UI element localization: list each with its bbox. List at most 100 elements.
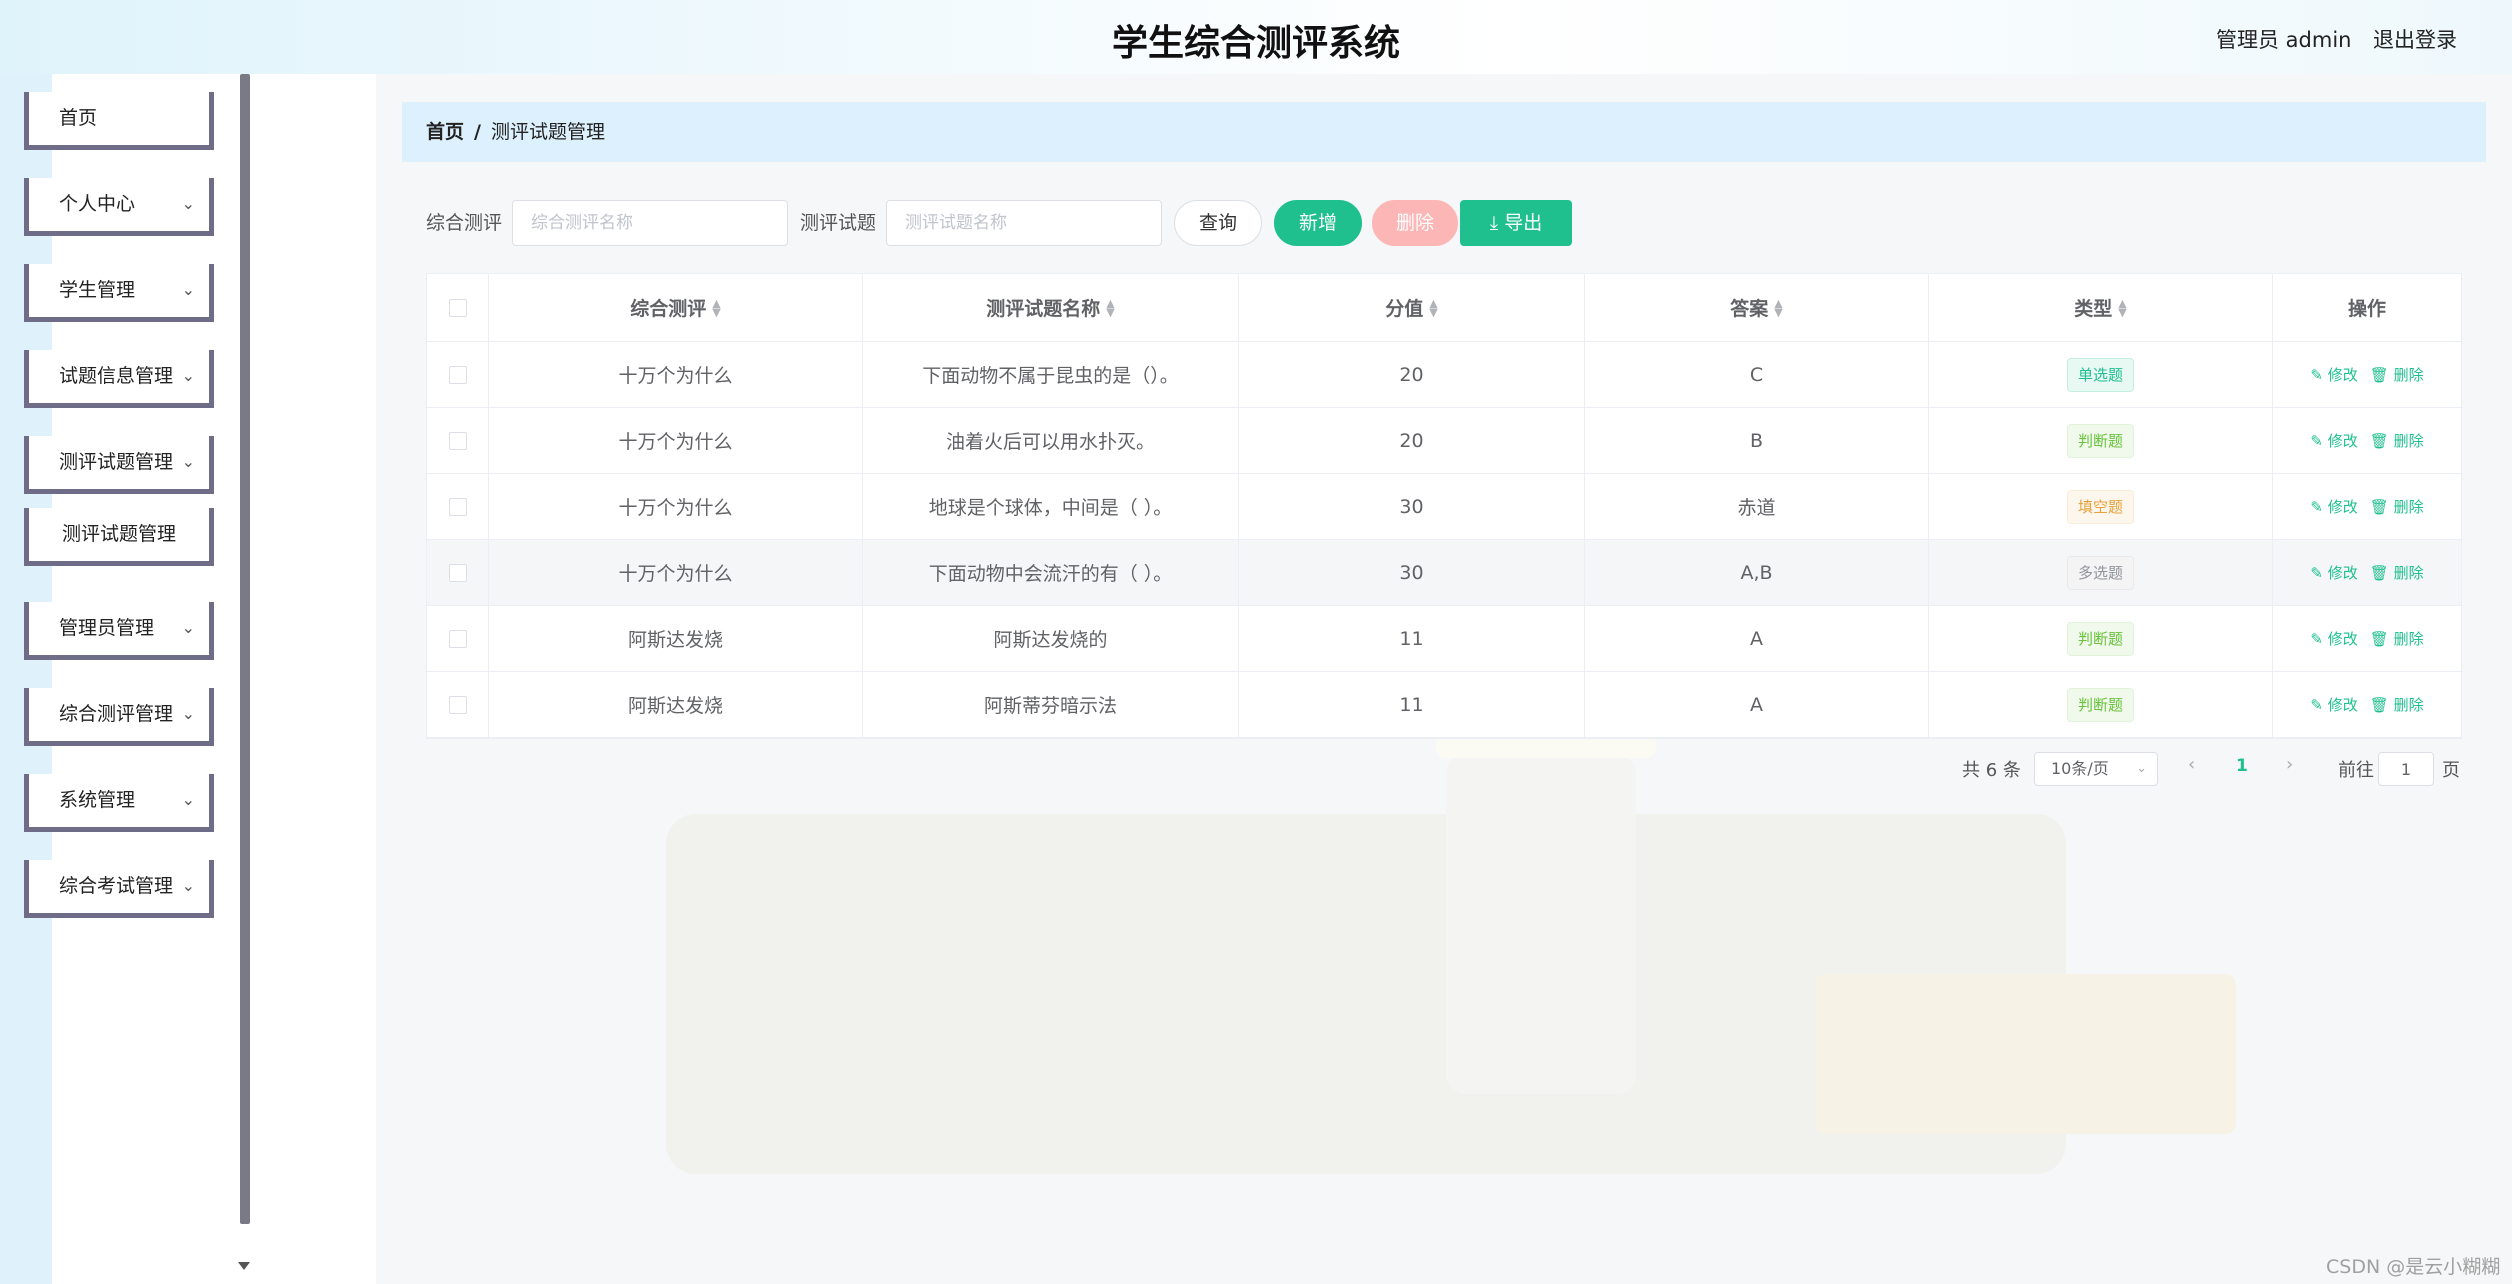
sidebar-item-comprehensive-eval[interactable]: 综合测评管理 ⌄ <box>24 688 214 746</box>
sidebar-subitem-eval-questions[interactable]: 测评试题管理 <box>24 508 214 566</box>
sidebar-item-question-info[interactable]: 试题信息管理 ⌄ <box>24 350 214 408</box>
goto-page-input[interactable] <box>2378 752 2434 786</box>
row-checkbox[interactable] <box>448 365 467 384</box>
breadcrumb: 首页 / 测评试题管理 <box>402 102 2486 162</box>
row-select-cell <box>427 342 489 407</box>
delete-label: 删除 <box>2393 366 2424 384</box>
column-header-label: 答案 <box>1730 298 1769 320</box>
edit-button[interactable]: ✎ 修改 <box>2310 562 2357 583</box>
table-row: 十万个为什么 油着火后可以用水扑灭。 20 B 判断题 ✎ 修改 🗑 删除 <box>427 408 2461 474</box>
select-all-checkbox[interactable] <box>448 298 467 317</box>
cell-answer: B <box>1585 408 1929 473</box>
sidebar-item-profile[interactable]: 个人中心 ⌄ <box>24 178 214 236</box>
sidebar-item-eval-questions[interactable]: 测评试题管理 ⌄ <box>24 436 214 494</box>
batch-delete-button[interactable]: 删除 <box>1372 200 1458 246</box>
delete-button[interactable]: 🗑 删除 <box>2370 364 2424 385</box>
page-number-current[interactable]: 1 <box>2236 756 2248 776</box>
cell-type: 判断题 <box>1929 606 2273 671</box>
chevron-down-icon: ⌄ <box>181 194 195 213</box>
eval-filter-label: 综合测评 <box>426 212 503 234</box>
column-header-eval[interactable]: 综合测评 ▲ ▼ <box>489 274 863 341</box>
sort-icon[interactable]: ▲ ▼ <box>1774 298 1782 318</box>
row-checkbox[interactable] <box>448 431 467 450</box>
sidebar-item-label: 综合测评管理 <box>59 703 174 725</box>
sidebar-item-exams[interactable]: 综合考试管理 ⌄ <box>24 860 214 918</box>
eval-name-input[interactable] <box>512 200 788 246</box>
sidebar-item-home[interactable]: 首页 <box>24 92 214 150</box>
chevron-down-icon: ⌄ <box>181 618 195 637</box>
cell-question-name: 下面动物不属于昆虫的是（）。 <box>863 342 1239 407</box>
add-button[interactable]: 新增 <box>1274 200 1362 246</box>
chevron-down-icon: ⌄ <box>181 280 195 299</box>
sort-icon[interactable]: ▲ ▼ <box>1429 298 1437 318</box>
edit-button[interactable]: ✎ 修改 <box>2310 694 2357 715</box>
row-select-cell <box>427 474 489 539</box>
cell-eval: 十万个为什么 <box>489 474 863 539</box>
goto-label: 前往 <box>2338 760 2374 781</box>
cell-actions: ✎ 修改 🗑 删除 <box>2273 606 2461 671</box>
row-checkbox[interactable] <box>448 695 467 714</box>
column-header-question-name[interactable]: 测评试题名称 ▲ ▼ <box>863 274 1239 341</box>
cell-eval: 十万个为什么 <box>489 540 863 605</box>
edit-button[interactable]: ✎ 修改 <box>2310 364 2357 385</box>
type-tag: 多选题 <box>2066 555 2134 590</box>
logout-link[interactable]: 退出登录 <box>2373 24 2457 54</box>
delete-button[interactable]: 🗑 删除 <box>2370 430 2424 451</box>
column-header-label: 分值 <box>1385 298 1424 320</box>
row-checkbox[interactable] <box>448 497 467 516</box>
sidebar <box>52 74 240 1284</box>
query-button[interactable]: 查询 <box>1174 200 1262 246</box>
column-header-label: 测评试题名称 <box>986 298 1101 320</box>
cell-score: 11 <box>1239 672 1585 737</box>
system-title: 学生综合测评系统 <box>1111 23 1400 64</box>
breadcrumb-home[interactable]: 首页 <box>426 121 464 143</box>
delete-button[interactable]: 🗑 删除 <box>2370 694 2424 715</box>
sidebar-item-students[interactable]: 学生管理 ⌄ <box>24 264 214 322</box>
sort-icon[interactable]: ▲ ▼ <box>1106 298 1114 318</box>
row-select-cell <box>427 606 489 671</box>
question-name-input[interactable] <box>886 200 1162 246</box>
column-header-type[interactable]: 类型 ▲ ▼ <box>1929 274 2273 341</box>
column-header-score[interactable]: 分值 ▲ ▼ <box>1239 274 1585 341</box>
edit-label: 修改 <box>2327 696 2358 714</box>
sort-icon[interactable]: ▲ ▼ <box>712 298 720 318</box>
sidebar-item-admins[interactable]: 管理员管理 ⌄ <box>24 602 214 660</box>
column-header-label: 操作 <box>2347 298 2386 320</box>
page-size-select[interactable]: 10条/页 ⌄ <box>2034 752 2158 786</box>
edit-button[interactable]: ✎ 修改 <box>2310 430 2357 451</box>
row-checkbox[interactable] <box>448 629 467 648</box>
edit-label: 修改 <box>2327 432 2358 450</box>
delete-label: 删除 <box>2393 432 2424 450</box>
export-button[interactable]: ⤓ 导出 <box>1460 200 1572 246</box>
column-header-answer[interactable]: 答案 ▲ ▼ <box>1585 274 1929 341</box>
scroll-down-arrow-icon[interactable] <box>238 1262 250 1270</box>
row-select-cell <box>427 540 489 605</box>
cell-answer: C <box>1585 342 1929 407</box>
cell-score: 30 <box>1239 540 1585 605</box>
prev-page-icon[interactable]: ‹ <box>2188 754 2195 775</box>
delete-button[interactable]: 🗑 删除 <box>2370 562 2424 583</box>
row-select-cell <box>427 408 489 473</box>
chevron-down-icon: ⌄ <box>181 876 195 895</box>
delete-button[interactable]: 🗑 删除 <box>2370 496 2424 517</box>
edit-label: 修改 <box>2327 366 2358 384</box>
sidebar-item-label: 个人中心 <box>59 193 136 215</box>
cell-type: 多选题 <box>1929 540 2273 605</box>
sidebar-item-label: 学生管理 <box>59 279 136 301</box>
column-header-actions: 操作 <box>2273 274 2461 341</box>
cell-score: 30 <box>1239 474 1585 539</box>
delete-button[interactable]: 🗑 删除 <box>2370 628 2424 649</box>
sidebar-item-system[interactable]: 系统管理 ⌄ <box>24 774 214 832</box>
sidebar-scrollbar[interactable] <box>240 74 250 1224</box>
type-tag: 判断题 <box>2066 423 2134 458</box>
export-button-label: 导出 <box>1504 212 1543 234</box>
cell-score: 20 <box>1239 408 1585 473</box>
delete-label: 删除 <box>2393 630 2424 648</box>
edit-button[interactable]: ✎ 修改 <box>2310 496 2357 517</box>
next-page-icon[interactable]: › <box>2286 754 2293 775</box>
edit-button[interactable]: ✎ 修改 <box>2310 628 2357 649</box>
cell-score: 20 <box>1239 342 1585 407</box>
row-checkbox[interactable] <box>448 563 467 582</box>
sort-icon[interactable]: ▲ ▼ <box>2118 298 2126 318</box>
edit-label: 修改 <box>2327 498 2358 516</box>
